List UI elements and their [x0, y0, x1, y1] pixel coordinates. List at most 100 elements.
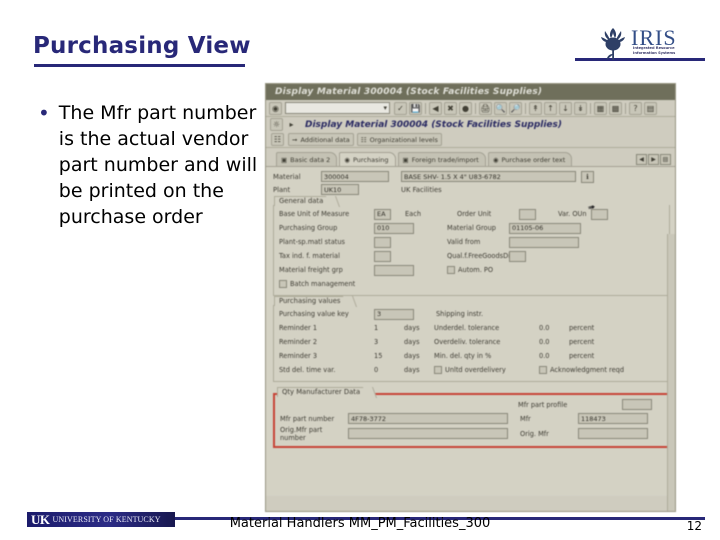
organizational-levels-label: Organizational levels [369, 135, 438, 144]
plant-matl-status-field[interactable] [374, 236, 391, 248]
std-delivery-time-var-value: 0 [374, 366, 379, 374]
purchasing-value-key-label: Purchasing value key [279, 310, 349, 318]
first-page-icon[interactable]: ↟ [529, 101, 542, 115]
toolbar-separator [475, 102, 476, 114]
print-icon[interactable]: 🖨 [479, 101, 492, 115]
tab-list-icon[interactable]: ▤ [660, 154, 671, 165]
tab-label: Foreign trade/import [411, 155, 479, 164]
help-icon[interactable]: ? [629, 101, 642, 115]
sap-screen-title-bar: ☼ ▸ Display Material 300004 (Stock Facil… [266, 117, 675, 132]
acknowledgment-reqd-label: Acknowledgment reqd [550, 366, 625, 374]
plant-field[interactable]: UK10 [321, 184, 359, 195]
order-unit-field[interactable] [519, 208, 536, 220]
sap-tab-strip[interactable]: ▣ Basic data 2 ◉ Purchasing ▣ Foreign tr… [266, 148, 675, 166]
tab-purchasing[interactable]: ◉ Purchasing [339, 152, 396, 166]
material-description-field[interactable]: BASE SHV- 1.5 X 4" U83-6782 [401, 171, 576, 182]
acknowledgment-reqd-checkbox-row[interactable]: Acknowledgment reqd [539, 366, 624, 374]
overdelivery-tolerance-value: 0.0 [539, 338, 550, 346]
orig-mfr-label: Orig. Mfr [520, 429, 549, 438]
save-icon[interactable]: 💾 [409, 101, 422, 115]
tab-navigation[interactable]: ◀ ▶ ▤ [636, 154, 671, 165]
material-field[interactable]: 300004 [321, 171, 389, 182]
page-number: 12 [686, 519, 702, 533]
material-group-label: Material Group [447, 224, 496, 232]
valid-from-field[interactable] [509, 236, 579, 248]
sap-session-arrow-icon: ▸ [289, 120, 294, 129]
sap-logo-icon[interactable]: ◉ [269, 101, 282, 115]
row-mfr-part-number: Mfr part number 4F78-3772 Mfr 118473 [280, 411, 663, 426]
tab-icon: ▣ [402, 155, 409, 164]
tab-basic-data-2[interactable]: ▣ Basic data 2 [276, 152, 338, 166]
purchasing-values-group: Purchasing values Purchasing value key 3… [273, 296, 670, 382]
purchasing-group-field[interactable]: 010 [374, 222, 414, 234]
row-reminder-1: Reminder 1 1 days Underdel. tolerance 0.… [279, 321, 664, 335]
unltd-overdelivery-label: Unltd overdelivery [445, 366, 506, 374]
base-unit-field[interactable]: EA [374, 208, 391, 220]
last-page-icon[interactable]: ↡ [574, 101, 587, 115]
tab-scroll-right-icon[interactable]: ▶ [648, 154, 659, 165]
tab-foreign-trade-import[interactable]: ▣ Foreign trade/import [397, 152, 486, 166]
unltd-overdelivery-checkbox-row[interactable]: Unltd overdelivery [434, 366, 539, 374]
sap-title-bar: Display Material 300004 (Stock Facilitie… [266, 84, 675, 100]
next-page-icon[interactable]: ↓ [559, 101, 572, 115]
mfr-part-profile-field[interactable] [622, 399, 652, 410]
row-reminder-3: Reminder 3 15 days Min. del. qty in % 0.… [279, 349, 664, 363]
sap-session-icon: ☼ [270, 118, 283, 131]
back-icon[interactable]: ◀ [429, 101, 442, 115]
checkbox-icon[interactable] [447, 266, 455, 274]
previous-page-icon[interactable]: ↑ [544, 101, 557, 115]
checkbox-icon[interactable] [434, 366, 442, 374]
row-reminder-2: Reminder 2 3 days Overdeliv. tolerance 0… [279, 335, 664, 349]
enter-icon[interactable]: ✓ [394, 101, 407, 115]
command-field[interactable]: ▾ [285, 102, 390, 114]
command-field-dropdown-icon[interactable]: ▾ [383, 104, 387, 112]
mfr-field[interactable]: 118473 [578, 413, 648, 424]
order-unit-label: Order Unit [457, 210, 492, 218]
bullet-list: • The Mfr part number is the actual vend… [38, 100, 263, 230]
find-icon[interactable]: 🔍 [494, 101, 507, 115]
exit-icon[interactable]: ✖ [444, 101, 457, 115]
organizational-levels-button[interactable]: ☷ Organizational levels [356, 133, 442, 146]
free-goods-discount-field[interactable] [509, 250, 526, 262]
additional-data-label: Additional data [300, 135, 350, 144]
additional-data-button[interactable]: ➞ Additional data [288, 133, 354, 146]
autom-po-checkbox-row[interactable]: Autom. PO [447, 266, 493, 274]
manufacturer-data-group: Qty Manufacturer Data Mfr part profile M… [273, 387, 670, 448]
base-unit-label: Base Unit of Measure [279, 210, 350, 218]
overdelivery-tolerance-unit: percent [569, 338, 595, 346]
orig-mfr-field[interactable] [578, 428, 648, 439]
tab-scroll-left-icon[interactable]: ◀ [636, 154, 647, 165]
new-session-icon[interactable]: ▦ [594, 101, 607, 115]
material-group-field[interactable]: 01105-06 [509, 222, 581, 234]
tab-purchase-order-text[interactable]: ◉ Purchase order text [487, 152, 573, 166]
footer-course-title: Material Handlers MM_PM_Facilities_300 [229, 516, 491, 531]
find-next-icon[interactable]: 🔎 [509, 101, 522, 115]
cancel-icon[interactable]: ● [459, 101, 472, 115]
additional-data-icon[interactable]: ☷ [271, 133, 284, 146]
purchasing-value-key-field[interactable]: 3 [374, 308, 414, 320]
material-freight-group-field[interactable] [374, 264, 414, 276]
underdelivery-tolerance-unit: percent [569, 324, 595, 332]
title-underline [34, 64, 245, 67]
bullet-marker-icon: • [38, 101, 50, 125]
mfr-part-profile-label: Mfr part profile [518, 400, 568, 409]
sap-application-toolbar[interactable]: ☷ ➞ Additional data ☷ Organizational lev… [266, 132, 675, 148]
reminder-2-unit: days [404, 338, 420, 346]
create-shortcut-icon[interactable]: ▩ [609, 101, 622, 115]
info-icon[interactable]: ℹ [581, 170, 594, 183]
checkbox-icon[interactable] [279, 280, 287, 288]
batch-management-checkbox-row[interactable]: Batch management [279, 280, 355, 288]
row-orig-mfr-part-number: Orig.Mfr part number Orig. Mfr [280, 426, 663, 442]
tax-indicator-field[interactable] [374, 250, 391, 262]
material-freight-group-label: Material freight grp [279, 266, 343, 274]
sap-system-toolbar[interactable]: ◉ ▾ ✓ 💾 ◀ ✖ ● 🖨 🔍 🔎 ↟ ↑ ↓ ↡ ▦ ▩ ? ▤ [266, 100, 675, 117]
mfr-part-number-field[interactable]: 4F78-3772 [348, 413, 508, 424]
layout-menu-icon[interactable]: ▤ [644, 101, 657, 115]
plant-matl-status-label: Plant-sp.matl status [279, 238, 345, 246]
tab-icon: ◉ [492, 155, 499, 164]
vertical-scrollbar[interactable] [667, 234, 675, 511]
plant-description: UK Facilities [401, 185, 442, 194]
mfr-part-number-label: Mfr part number [280, 414, 335, 423]
orig-mfr-part-number-field[interactable] [348, 428, 508, 439]
checkbox-icon[interactable] [539, 366, 547, 374]
